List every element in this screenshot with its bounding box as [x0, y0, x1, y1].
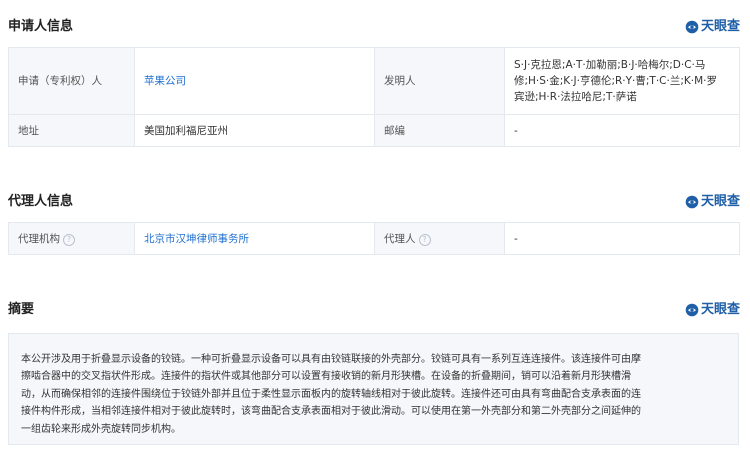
agent-table: 代理机构? 北京市汉坤律师事务所 代理人? - [8, 222, 740, 255]
applicant-section-title: 申请人信息 [8, 19, 74, 34]
table-row: 申请（专利权）人 苹果公司 发明人 S·J·克拉恩;A·T·加勒丽;B·J·哈梅… [8, 47, 740, 115]
brand-text: 天眼查 [700, 194, 740, 209]
agency-label-text: 代理机构 [18, 232, 60, 245]
inventor-line: 宾逊;H·R·法拉哈尼;T·萨诺 [514, 91, 637, 103]
postcode-value: - [504, 114, 740, 147]
inventor-label: 发明人 [374, 47, 505, 115]
agency-label: 代理机构? [8, 222, 135, 255]
agent-section-header: 代理人信息 天眼查 [8, 192, 740, 212]
abstract-line: 擦啮合器中的交叉指状件形成。连接件的指状件或其他部分可以设置有接收销的新月形狭槽… [21, 371, 631, 383]
tianyancha-logo-icon [685, 20, 699, 34]
brand-text: 天眼查 [700, 302, 740, 317]
inventor-value: S·J·克拉恩;A·T·加勒丽;B·J·哈梅尔;D·C·马 修;H·S·金;K·… [504, 47, 740, 115]
abstract-line: 本公开涉及用于折叠显示设备的铰链。一种可折叠显示设备可以具有由铰链联接的外壳部分… [21, 354, 641, 365]
inventor-line: 修;H·S·金;K·J·亨德伦;R·Y·曹;T·C·兰;K·M·罗 [514, 75, 718, 87]
postcode-label: 邮编 [374, 114, 505, 147]
applicant-label: 申请（专利权）人 [8, 47, 135, 115]
abstract-text: 本公开涉及用于折叠显示设备的铰链。一种可折叠显示设备可以具有由铰链联接的外壳部分… [8, 333, 739, 445]
table-row: 地址 美国加利福尼亚州 邮编 - [8, 114, 740, 147]
tianyancha-brand[interactable]: 天眼查 [685, 302, 740, 318]
abstract-line: 接件构件形成，当相邻连接件相对于彼此旋转时，该弯曲配合支承表面相对于彼此滑动。可… [21, 406, 641, 418]
tianyancha-brand[interactable]: 天眼查 [685, 194, 740, 210]
agent-label-text: 代理人 [384, 232, 416, 245]
abstract-line: 一组齿轮来形成外壳旋转同步机构。 [21, 423, 181, 435]
abstract-section-title: 摘要 [8, 302, 35, 317]
help-icon[interactable]: ? [418, 233, 431, 246]
brand-text: 天眼查 [700, 19, 740, 34]
table-row: 代理机构? 北京市汉坤律师事务所 代理人? - [8, 222, 740, 255]
agent-value: - [504, 222, 740, 255]
abstract-line: 动，从而确保相邻的连接件围绕位于铰链外部并且位于柔性显示面板内的旋转轴线相对于彼… [21, 388, 641, 400]
tianyancha-brand[interactable]: 天眼查 [685, 19, 740, 35]
applicant-section-header: 申请人信息 天眼查 [8, 17, 740, 37]
help-icon[interactable]: ? [63, 233, 75, 246]
agent-label: 代理人? [374, 222, 505, 255]
applicant-table: 申请（专利权）人 苹果公司 发明人 S·J·克拉恩;A·T·加勒丽;B·J·哈梅… [8, 47, 740, 147]
address-value: 美国加利福尼亚州 [134, 114, 375, 147]
tianyancha-logo-icon [685, 303, 699, 317]
agent-section-title: 代理人信息 [8, 194, 74, 209]
applicant-link[interactable]: 苹果公司 [134, 47, 375, 115]
inventor-line: S·J·克拉恩;A·T·加勒丽;B·J·哈梅尔;D·C·马 [514, 59, 706, 71]
address-label: 地址 [8, 114, 135, 147]
agency-link[interactable]: 北京市汉坤律师事务所 [134, 222, 375, 255]
tianyancha-logo-icon [685, 195, 699, 209]
abstract-section-header: 摘要 天眼查 [8, 300, 740, 320]
